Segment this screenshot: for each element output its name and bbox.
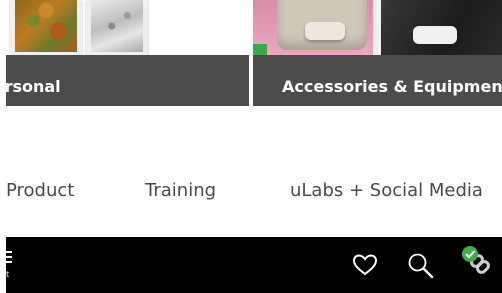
nav-link-ulabs-social-media[interactable]: uLabs + Social Media: [290, 180, 483, 202]
nav-link-training[interactable]: Training: [145, 180, 216, 202]
nav-link-product[interactable]: Product: [6, 180, 74, 202]
heart-icon[interactable]: [351, 251, 379, 279]
category-banner-accessories: Accessories & Equipment: [253, 55, 502, 106]
menu-icon[interactable]: [6, 251, 14, 265]
photo-frame-winter: [86, 0, 148, 55]
category-label-accessories: Accessories & Equipment: [282, 77, 502, 96]
menu-label: t: [6, 270, 10, 279]
search-icon[interactable]: [406, 251, 434, 279]
category-card-personal[interactable]: Personal: [6, 0, 249, 106]
photo-frame-autumn: [10, 0, 82, 55]
category-image-accessories: [253, 0, 502, 55]
bottom-toolbar: t: [6, 237, 502, 293]
category-label-personal: Personal: [6, 77, 61, 96]
category-card-accessories[interactable]: Accessories & Equipment: [253, 0, 502, 106]
category-banner-personal: Personal: [6, 55, 249, 106]
category-image-personal: [6, 0, 249, 55]
page: Personal Accessories & Equipment Product…: [0, 0, 502, 293]
check-badge-icon: [462, 246, 478, 262]
share-link-icon[interactable]: [461, 245, 495, 279]
